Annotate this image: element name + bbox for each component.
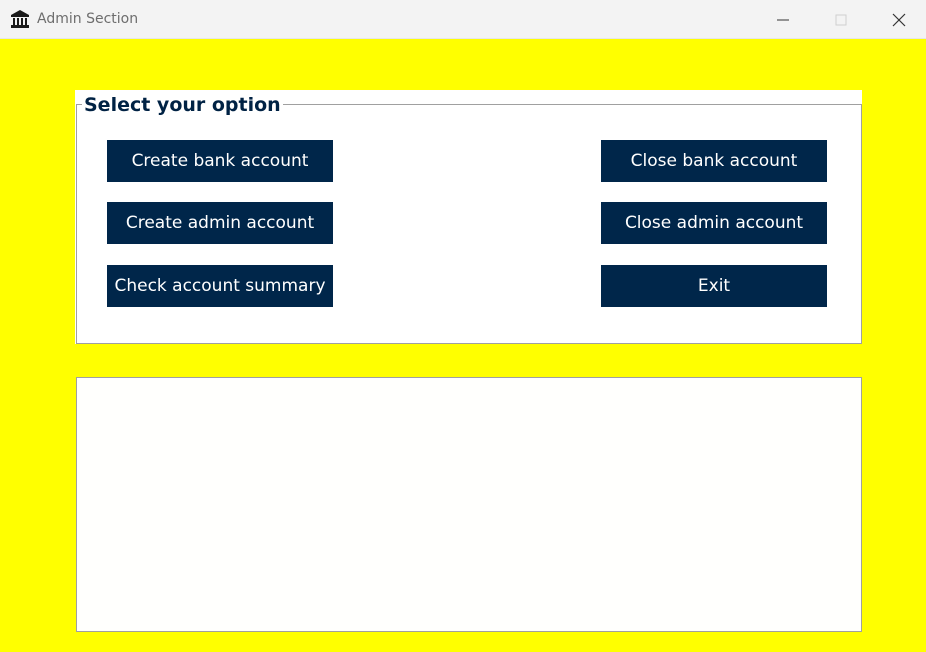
output-text-area[interactable] bbox=[76, 377, 862, 632]
close-icon bbox=[892, 13, 906, 27]
check-account-summary-button[interactable]: Check account summary bbox=[107, 265, 333, 307]
bank-building-icon bbox=[11, 10, 29, 28]
close-button[interactable] bbox=[870, 0, 926, 39]
close-bank-account-button[interactable]: Close bank account bbox=[601, 140, 827, 182]
close-admin-account-button[interactable]: Close admin account bbox=[601, 202, 827, 244]
create-admin-account-button[interactable]: Create admin account bbox=[107, 202, 333, 244]
title-bar: Admin Section bbox=[0, 0, 926, 39]
maximize-button[interactable] bbox=[812, 0, 870, 39]
window-title: Admin Section bbox=[37, 11, 139, 27]
options-group-title: Select your option bbox=[82, 93, 283, 117]
minimize-button[interactable] bbox=[754, 0, 812, 39]
exit-button[interactable]: Exit bbox=[601, 265, 827, 307]
minimize-icon bbox=[777, 14, 789, 26]
create-bank-account-button[interactable]: Create bank account bbox=[107, 140, 333, 182]
maximize-icon bbox=[835, 14, 847, 26]
